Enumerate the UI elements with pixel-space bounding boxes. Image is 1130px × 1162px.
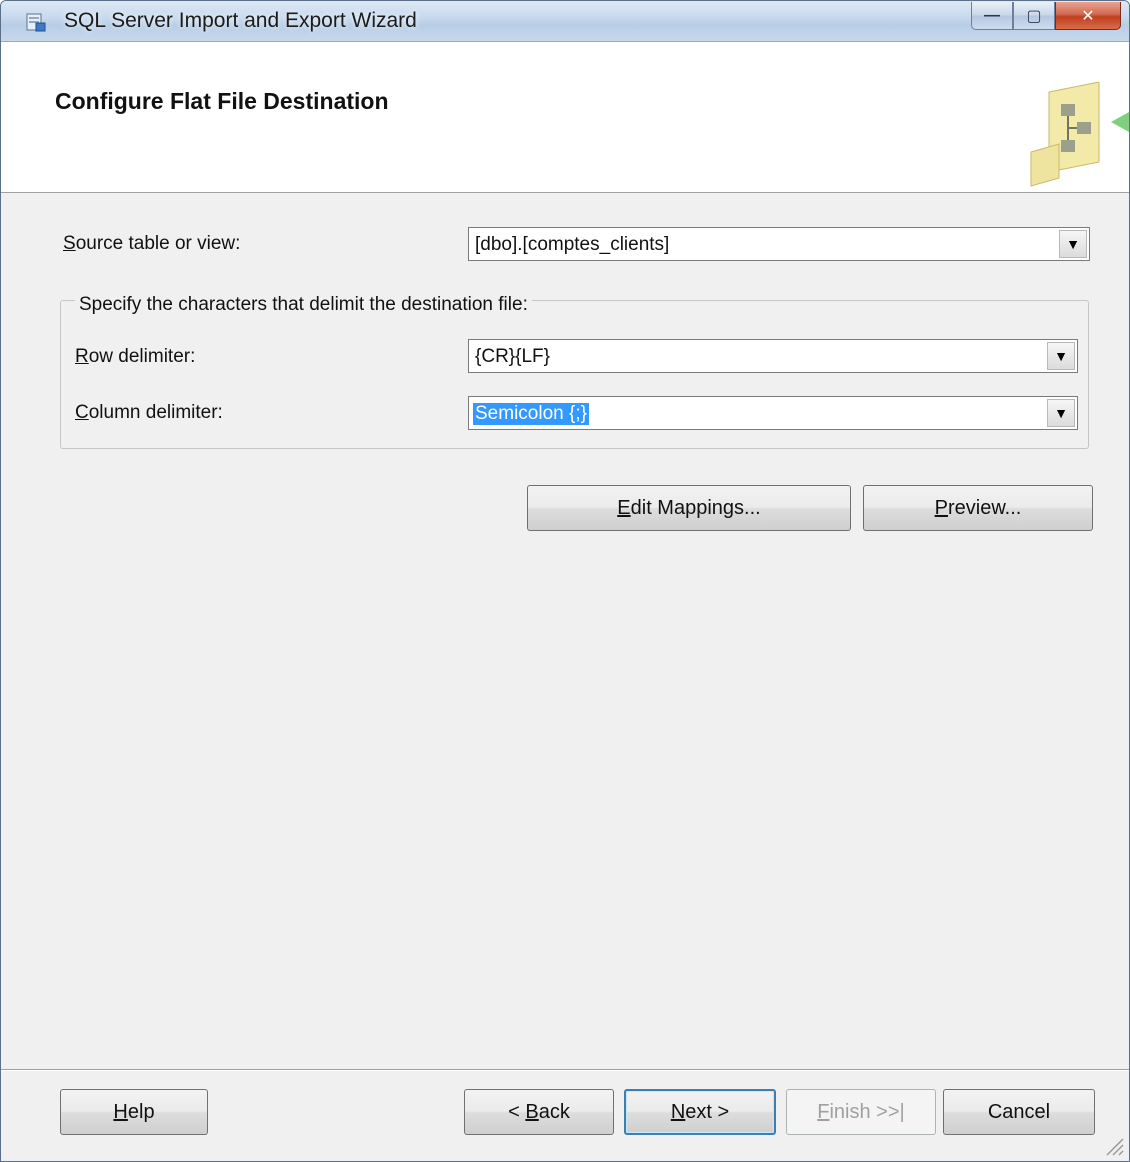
button-label: Cancel xyxy=(987,1100,1051,1123)
row-delimiter-combobox[interactable]: {CR}{LF} ▼ xyxy=(468,339,1078,373)
accel-key: S xyxy=(63,233,76,254)
flat-file-destination-icon xyxy=(1030,82,1129,187)
next-button[interactable]: Next > xyxy=(624,1089,776,1135)
maximize-button[interactable]: ▢ xyxy=(1013,2,1055,30)
button-label: review... xyxy=(947,496,1022,519)
label-text: olumn delimiter: xyxy=(88,402,223,423)
button-label: ext > xyxy=(685,1100,730,1123)
row-delimiter-value: {CR}{LF} xyxy=(475,346,550,367)
app-icon xyxy=(26,13,46,32)
accel-key: P xyxy=(934,496,948,519)
close-icon: ✕ xyxy=(1081,7,1095,25)
label-text: ow delimiter: xyxy=(88,346,196,367)
accel-key: H xyxy=(113,1100,128,1123)
button-label: < xyxy=(508,1100,526,1123)
resize-grip-icon[interactable] xyxy=(1101,1133,1125,1157)
accel-key: F xyxy=(817,1100,830,1123)
cancel-button[interactable]: Cancel xyxy=(943,1089,1095,1135)
source-table-value: [dbo].[comptes_clients] xyxy=(475,234,670,255)
accel-key: C xyxy=(75,402,89,423)
minimize-button[interactable]: — xyxy=(971,2,1013,30)
wizard-window: SQL Server Import and Export Wizard — ▢ … xyxy=(0,0,1130,1162)
delimiter-group-label: Specify the characters that delimit the … xyxy=(75,294,532,316)
footer-separator xyxy=(1,1069,1129,1071)
maximize-icon: ▢ xyxy=(1026,7,1042,25)
caption-buttons: — ▢ ✕ xyxy=(971,2,1121,32)
back-button[interactable]: < Back xyxy=(464,1089,614,1135)
edit-mappings-button[interactable]: Edit Mappings... xyxy=(527,485,851,531)
page-title: Configure Flat File Destination xyxy=(55,88,389,114)
chevron-down-icon[interactable]: ▼ xyxy=(1047,342,1075,370)
chevron-down-icon[interactable]: ▼ xyxy=(1047,399,1075,427)
button-label: ack xyxy=(538,1100,570,1123)
button-label: elp xyxy=(127,1100,155,1123)
accel-key: E xyxy=(617,496,631,519)
column-delimiter-value: Semicolon {;} xyxy=(473,403,589,425)
minimize-icon: — xyxy=(984,6,1000,24)
column-delimiter-label: Column delimiter: xyxy=(75,402,223,424)
chevron-down-icon[interactable]: ▼ xyxy=(1059,230,1087,258)
row-delimiter-label: Row delimiter: xyxy=(75,346,195,368)
column-delimiter-combobox[interactable]: Semicolon {;} ▼ xyxy=(468,396,1078,430)
preview-button[interactable]: Preview... xyxy=(863,485,1093,531)
source-table-combobox[interactable]: [dbo].[comptes_clients] ▼ xyxy=(468,227,1090,261)
button-label: dit Mappings... xyxy=(630,496,761,519)
accel-key: B xyxy=(525,1100,539,1123)
title-bar[interactable]: SQL Server Import and Export Wizard — ▢ … xyxy=(1,1,1129,42)
help-button[interactable]: Help xyxy=(60,1089,208,1135)
accel-key: R xyxy=(75,346,89,367)
accel-key: N xyxy=(670,1100,686,1123)
close-button[interactable]: ✕ xyxy=(1055,2,1121,30)
source-table-label: Source table or view: xyxy=(63,233,240,255)
button-label: inish >>| xyxy=(829,1100,905,1123)
label-text: ource table or view: xyxy=(75,233,241,254)
window-title: SQL Server Import and Export Wizard xyxy=(64,9,417,32)
wizard-header: Configure Flat File Destination xyxy=(1,42,1129,193)
finish-button[interactable]: Finish >>| xyxy=(786,1089,936,1135)
